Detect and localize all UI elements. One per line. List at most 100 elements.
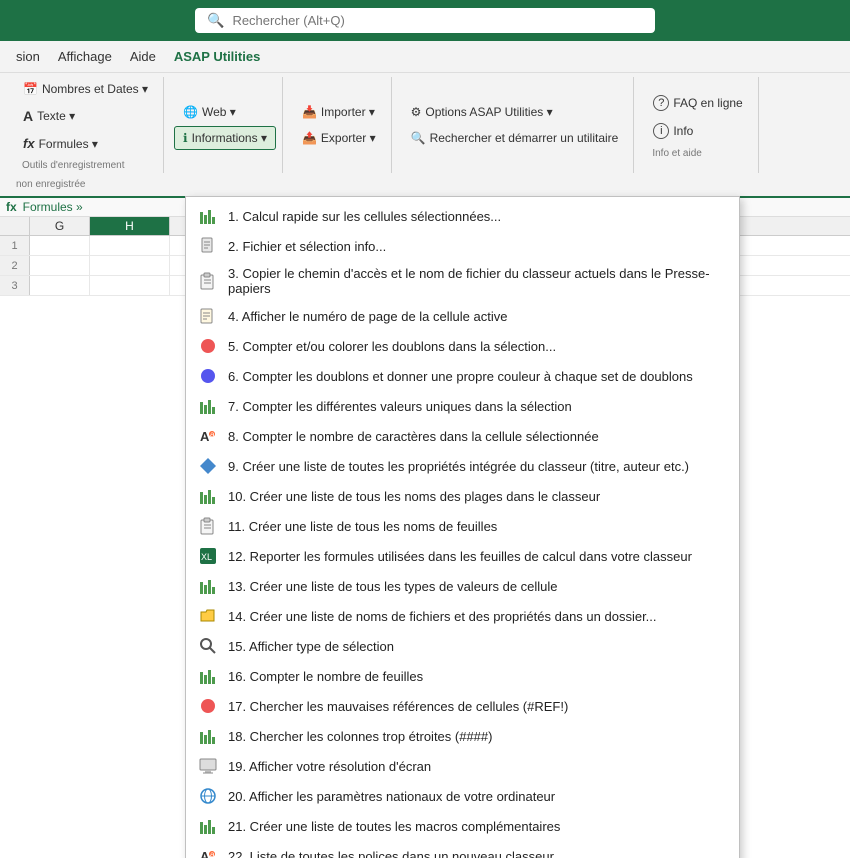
search2-icon: 🔍 — [411, 131, 426, 145]
info-circle-icon: ℹ — [183, 131, 188, 145]
dropdown-item[interactable]: 21. Créer une liste de toutes les macros… — [186, 811, 739, 841]
dropdown-item[interactable]: 11. Créer une liste de tous les noms de … — [186, 511, 739, 541]
col-header-g[interactable]: G — [30, 217, 90, 235]
dropdown-item-text: 7. Compter les différentes valeurs uniqu… — [228, 399, 727, 414]
rechercher-label: Rechercher et démarrer un utilitaire — [430, 131, 619, 145]
svg-text:A: A — [200, 849, 210, 858]
dropdown-item[interactable]: 3. Copier le chemin d'accès et le nom de… — [186, 261, 739, 301]
formules-link[interactable]: Formules » — [23, 200, 83, 214]
menu-aide[interactable]: Aide — [122, 45, 164, 68]
informations-label: Informations ▾ — [192, 131, 267, 145]
import-icon: 📥 — [302, 105, 317, 119]
ribbon-btn-web[interactable]: 🌐 Web ▾ — [174, 100, 276, 124]
dropdown-item-icon — [198, 486, 218, 506]
dropdown-item-text: 1. Calcul rapide sur les cellules sélect… — [228, 209, 727, 224]
ribbon-group-1: 📅 Nombres et Dates ▾ A Texte ▾ fx Formul… — [8, 77, 164, 173]
dropdown-item-icon — [198, 606, 218, 626]
ribbon: 📅 Nombres et Dates ▾ A Texte ▾ fx Formul… — [0, 73, 850, 198]
ribbon-btn-exporter[interactable]: 📤 Exporter ▾ — [293, 126, 385, 150]
ribbon-btn-faq[interactable]: ? FAQ en ligne — [644, 90, 751, 116]
search-bar: 🔍 — [0, 0, 850, 41]
dropdown-item[interactable]: 15. Afficher type de sélection — [186, 631, 739, 661]
cell[interactable] — [30, 256, 90, 275]
dropdown-item-icon — [198, 726, 218, 746]
dropdown-item-text: 18. Chercher les colonnes trop étroites … — [228, 729, 727, 744]
dropdown-item-text: 20. Afficher les paramètres nationaux de… — [228, 789, 727, 804]
fx-icon: fx — [23, 136, 35, 151]
ribbon-btn-nombres-dates[interactable]: 📅 Nombres et Dates ▾ — [14, 77, 157, 101]
dropdown-item[interactable]: 9. Créer une liste de toutes les proprié… — [186, 451, 739, 481]
dropdown-item[interactable]: 4. Afficher le numéro de page de la cell… — [186, 301, 739, 331]
col-header-h[interactable]: H — [90, 217, 170, 235]
dropdown-item[interactable]: Aa 22. Liste de toutes les polices dans u… — [186, 841, 739, 858]
menu-sion[interactable]: sion — [8, 45, 48, 68]
info-label: Info — [673, 124, 693, 138]
fx-label: fx — [6, 200, 17, 214]
dropdown-item[interactable]: 20. Afficher les paramètres nationaux de… — [186, 781, 739, 811]
dropdown-item[interactable]: XL12. Reporter les formules utilisées da… — [186, 541, 739, 571]
dropdown-item-text: 10. Créer une liste de tous les noms des… — [228, 489, 727, 504]
dropdown-item[interactable]: 2. Fichier et sélection info... — [186, 231, 739, 261]
dropdown-item-icon — [198, 366, 218, 386]
dropdown-item-text: 6. Compter les doublons et donner une pr… — [228, 369, 727, 384]
dropdown-item[interactable]: 17. Chercher les mauvaises références de… — [186, 691, 739, 721]
dropdown-item-text: 14. Créer une liste de noms de fichiers … — [228, 609, 727, 624]
dropdown-item-icon — [198, 696, 218, 716]
dropdown-item[interactable]: 10. Créer une liste de tous les noms des… — [186, 481, 739, 511]
menu-affichage[interactable]: Affichage — [50, 45, 120, 68]
dropdown-item[interactable]: Aa8. Compter le nombre de caractères dan… — [186, 421, 739, 451]
dropdown-item[interactable]: 14. Créer une liste de noms de fichiers … — [186, 601, 739, 631]
dropdown-item[interactable]: 16. Compter le nombre de feuilles — [186, 661, 739, 691]
cell[interactable] — [30, 236, 90, 255]
ribbon-btn-rechercher[interactable]: 🔍 Rechercher et démarrer un utilitaire — [402, 126, 628, 150]
faq-label: FAQ en ligne — [673, 96, 742, 110]
dropdown-item-icon — [198, 576, 218, 596]
dropdown-item-icon — [198, 756, 218, 776]
info-aide-label: Info et aide — [644, 146, 751, 161]
dropdown-item[interactable]: 13. Créer une liste de tous les types de… — [186, 571, 739, 601]
ribbon-btn-options[interactable]: ⚙ Options ASAP Utilities ▾ — [402, 100, 628, 124]
options-label: Options ASAP Utilities ▾ — [425, 105, 552, 119]
search-input-wrapper: 🔍 — [195, 8, 655, 33]
dropdown-item-text: 22. Liste de toutes les polices dans un … — [228, 849, 727, 858]
dropdown-item[interactable]: 19. Afficher votre résolution d'écran — [186, 751, 739, 781]
dropdown-item-text: 21. Créer une liste de toutes les macros… — [228, 819, 727, 834]
ribbon-group-2: 🌐 Web ▾ ℹ Informations ▾ — [168, 77, 283, 173]
informations-dropdown: 1. Calcul rapide sur les cellules sélect… — [185, 196, 740, 858]
svg-text:XL: XL — [201, 552, 212, 562]
texte-label: Texte ▾ — [37, 109, 75, 123]
dropdown-item-icon — [198, 396, 218, 416]
exporter-label: Exporter ▾ — [321, 131, 376, 145]
nombres-dates-label: Nombres et Dates ▾ — [42, 82, 148, 96]
gear-icon: ⚙ — [411, 105, 422, 119]
cell[interactable] — [90, 256, 170, 275]
dropdown-item-text: 8. Compter le nombre de caractères dans … — [228, 429, 727, 444]
dropdown-item-text: 11. Créer une liste de tous les noms de … — [228, 519, 727, 534]
dropdown-item-text: 19. Afficher votre résolution d'écran — [228, 759, 727, 774]
ribbon-group-4: ⚙ Options ASAP Utilities ▾ 🔍 Rechercher … — [396, 77, 635, 173]
dropdown-item[interactable]: 5. Compter et/ou colorer les doublons da… — [186, 331, 739, 361]
dropdown-item-icon — [198, 636, 218, 656]
cell[interactable] — [30, 276, 90, 295]
ribbon-btn-formules[interactable]: fx Formules ▾ — [14, 131, 157, 156]
dropdown-item[interactable]: 18. Chercher les colonnes trop étroites … — [186, 721, 739, 751]
dropdown-item[interactable]: 6. Compter les doublons et donner une pr… — [186, 361, 739, 391]
dropdown-item-text: 9. Créer une liste de toutes les proprié… — [228, 459, 727, 474]
ribbon-btn-importer[interactable]: 📥 Importer ▾ — [293, 100, 385, 124]
ribbon-btn-informations[interactable]: ℹ Informations ▾ — [174, 126, 276, 150]
search-input[interactable] — [232, 13, 643, 28]
ribbon-btn-texte[interactable]: A Texte ▾ — [14, 103, 157, 129]
ribbon-btn-info[interactable]: i Info — [644, 118, 751, 144]
dropdown-item-icon — [198, 516, 218, 536]
dropdown-item[interactable]: 1. Calcul rapide sur les cellules sélect… — [186, 201, 739, 231]
cell[interactable] — [90, 236, 170, 255]
dropdown-item-icon — [198, 271, 218, 291]
dropdown-item-icon: Aa — [198, 846, 218, 858]
dropdown-item[interactable]: 7. Compter les différentes valeurs uniqu… — [186, 391, 739, 421]
web-label: Web ▾ — [202, 105, 236, 119]
menu-asap-utilities[interactable]: ASAP Utilities — [166, 45, 268, 68]
cell[interactable] — [90, 276, 170, 295]
dropdown-item-text: 13. Créer une liste de tous les types de… — [228, 579, 727, 594]
dropdown-item-icon: XL — [198, 546, 218, 566]
dropdown-item-icon — [198, 456, 218, 476]
